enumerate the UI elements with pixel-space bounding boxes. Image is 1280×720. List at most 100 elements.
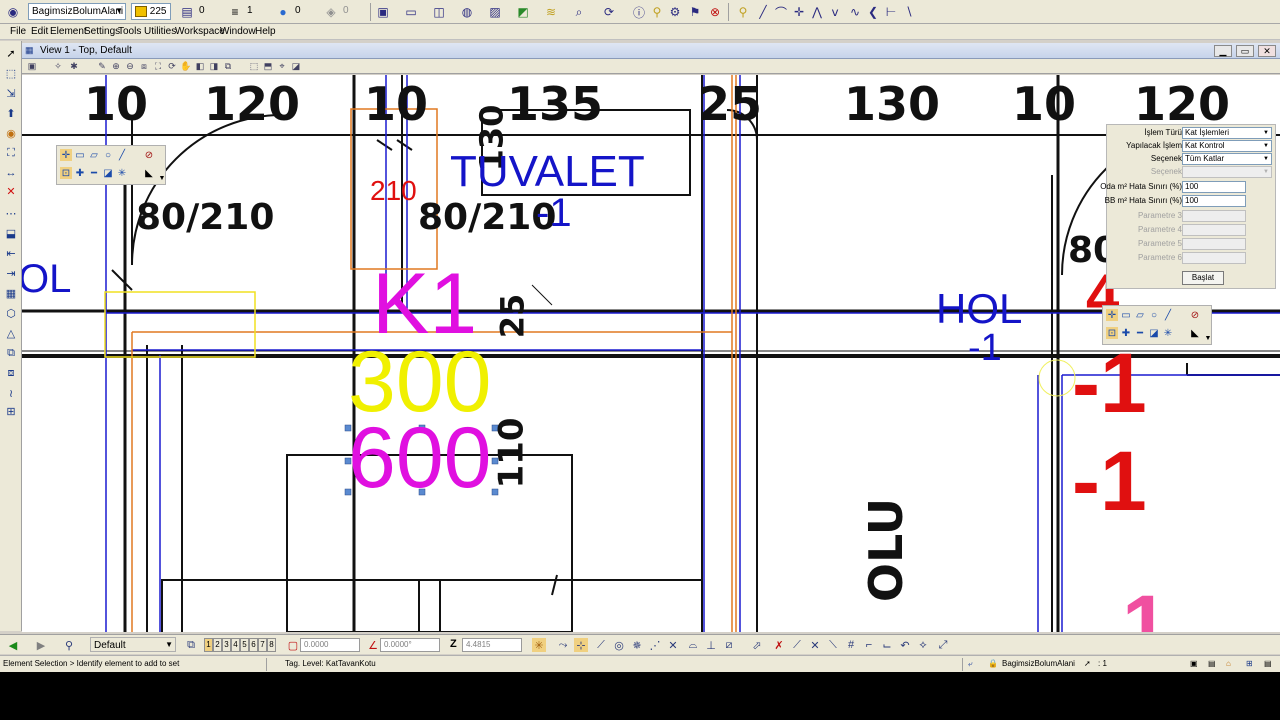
pattern-icon[interactable]: ▦ xyxy=(3,285,19,301)
group-icon[interactable]: ⛶ xyxy=(3,145,19,161)
line-style-combo[interactable]: 0 xyxy=(196,3,220,20)
grid-icon[interactable]: # xyxy=(844,638,858,652)
cancel-icon[interactable]: ⊗ xyxy=(706,3,724,21)
menu-help[interactable]: Help xyxy=(255,26,276,37)
snap-mode-icon[interactable]: ⤶ xyxy=(968,659,972,669)
transparency-combo[interactable]: 0 xyxy=(292,3,318,20)
raster-icon[interactable]: ▨ xyxy=(486,3,504,21)
select-circle-icon[interactable]: ○ xyxy=(1148,309,1160,321)
select-individual-icon[interactable]: ✛ xyxy=(1106,309,1118,321)
draw-slash-icon[interactable]: ∖ xyxy=(900,3,918,21)
models-icon[interactable]: ◫ xyxy=(430,3,448,21)
select-individual-icon[interactable]: ✛ xyxy=(60,149,72,161)
modify-icon[interactable]: ⬆ xyxy=(3,105,19,121)
extend-icon[interactable]: ⟋ xyxy=(790,638,804,652)
snap-perp-icon[interactable]: ⊥ xyxy=(704,638,718,652)
menu-settings[interactable]: Settings xyxy=(84,26,120,37)
save-icon[interactable]: ▣ xyxy=(1190,659,1198,668)
view-button-4[interactable]: 4 xyxy=(231,638,240,652)
fillet-icon[interactable]: ⌐ xyxy=(862,638,876,652)
line-weight-icon[interactable]: ≡ xyxy=(226,3,244,21)
line-weight-combo[interactable]: 1 xyxy=(244,3,268,20)
manipulate-icon[interactable]: ⇲ xyxy=(3,85,19,101)
fit-icon[interactable]: ⛶ xyxy=(152,60,164,72)
color-combo[interactable]: 225 xyxy=(131,3,171,20)
delete-partial-icon[interactable]: ✗ xyxy=(772,638,786,652)
view-settings-icon[interactable]: ✱ xyxy=(68,60,80,72)
view-attributes-icon[interactable]: ▣ xyxy=(26,60,38,72)
lines-icon[interactable]: ⋯ xyxy=(3,205,19,221)
rotate-element-icon[interactable]: ↶ xyxy=(898,638,912,652)
array-icon[interactable]: ⊞ xyxy=(3,403,19,419)
drawing-canvas[interactable]: 10 120 10 135 25 130 10 120 80/210 80/21… xyxy=(22,75,1280,632)
close-icon[interactable]: ✕ xyxy=(1258,45,1276,57)
menu-utilities[interactable]: Utilities xyxy=(144,26,176,37)
menu-file[interactable]: File xyxy=(10,26,26,37)
view-previous-icon[interactable]: ◧ xyxy=(194,60,206,72)
x-coordinate-field[interactable]: 0.0000 xyxy=(300,638,360,652)
record-icon[interactable]: ▢ xyxy=(286,638,300,652)
snap-intersection-icon[interactable]: ✕ xyxy=(666,638,680,652)
zoom-in-icon[interactable]: ⊕ xyxy=(110,60,122,72)
curve-icon[interactable]: ≀ xyxy=(3,385,19,401)
copy-icon[interactable]: ⧉ xyxy=(3,345,19,361)
snap-parallel-icon[interactable]: ⧄ xyxy=(722,638,736,652)
pan-hand-icon[interactable]: ✋ xyxy=(180,60,192,72)
info-icon[interactable]: ⓘ xyxy=(630,3,648,21)
eye-icon[interactable]: ◉ xyxy=(4,3,22,21)
selection-options-icon[interactable]: ◣ xyxy=(143,167,155,179)
clip-volume-icon[interactable]: ⬚ xyxy=(248,60,260,72)
mode-all-icon[interactable]: ✳ xyxy=(1162,327,1174,339)
rotate-view-icon[interactable]: ⟳ xyxy=(166,60,178,72)
menu-tools[interactable]: Tools xyxy=(118,26,141,37)
chevron-down-icon[interactable]: ▼ xyxy=(156,172,168,184)
trim-icon[interactable]: ✕ xyxy=(808,638,822,652)
mode-add-icon[interactable]: ✚ xyxy=(74,167,86,179)
chamfer-icon[interactable]: ⌙ xyxy=(880,638,894,652)
menu-edit[interactable]: Edit xyxy=(31,26,48,37)
polygon-icon[interactable]: ⬡ xyxy=(3,305,19,321)
snap-keypoint-icon[interactable]: ⊹ xyxy=(574,638,588,652)
view-button-5[interactable]: 5 xyxy=(240,638,249,652)
mode-all-icon[interactable]: ✳ xyxy=(116,167,128,179)
rotate-icon[interactable]: ⟳ xyxy=(600,3,618,21)
draw-curve-icon[interactable]: ∿ xyxy=(846,3,864,21)
copy-view-icon[interactable]: ⧉ xyxy=(222,60,234,72)
select-circle-icon[interactable]: ○ xyxy=(102,149,114,161)
display-style-icon[interactable]: ◪ xyxy=(290,60,302,72)
selection-options-icon[interactable]: ◣ xyxy=(1189,327,1201,339)
view-button-1[interactable]: 1 xyxy=(204,638,213,652)
view-button-3[interactable]: 3 xyxy=(222,638,231,652)
select-block-icon[interactable]: ▭ xyxy=(74,149,86,161)
level-combo[interactable]: BagimsizBolumAlani ▼ xyxy=(28,3,126,20)
fit-view-icon[interactable]: ▣ xyxy=(374,3,392,21)
draw-point-icon[interactable]: ✛ xyxy=(790,3,808,21)
select-line-icon[interactable]: ╱ xyxy=(116,149,128,161)
text-icon[interactable]: ⇥ xyxy=(3,265,19,281)
camera-icon[interactable]: ⌖ xyxy=(276,60,288,72)
chevron-down-icon[interactable]: ▼ xyxy=(1202,332,1214,344)
views-icon[interactable]: ⧉ xyxy=(184,638,198,652)
room-tolerance-input[interactable]: 100 xyxy=(1182,181,1246,193)
clear-selection-icon[interactable]: ⊘ xyxy=(143,149,155,161)
priority-icon[interactable]: ◈ xyxy=(322,3,340,21)
zoom-out-icon[interactable]: ⊖ xyxy=(124,60,136,72)
forward-icon[interactable]: ▶ xyxy=(34,638,48,652)
mode-subtract-icon[interactable]: ━ xyxy=(88,167,100,179)
globe-icon[interactable]: ◉ xyxy=(3,125,19,141)
mode-new-icon[interactable]: ⊡ xyxy=(1106,327,1118,339)
mode-invert-icon[interactable]: ◪ xyxy=(102,167,114,179)
layers-icon[interactable]: ⧈ xyxy=(3,365,19,381)
document-icon[interactable]: ▤ xyxy=(1208,659,1216,668)
more-icon[interactable]: ▤ xyxy=(1264,659,1272,668)
select-line-icon[interactable]: ╱ xyxy=(1162,309,1174,321)
start-button[interactable]: Başlat xyxy=(1182,271,1224,285)
lock-icon[interactable]: 🔒 xyxy=(988,659,998,668)
measure-icon[interactable]: ↔ xyxy=(3,165,19,181)
menu-element[interactable]: Element xyxy=(50,26,87,37)
view-button-2[interactable]: 2 xyxy=(213,638,222,652)
home-icon[interactable]: ⌂ xyxy=(1226,659,1231,668)
zoom-icon[interactable]: ⌕ xyxy=(570,3,588,21)
snap-center-icon[interactable]: ◎ xyxy=(612,638,626,652)
back-icon[interactable]: ◀ xyxy=(6,638,20,652)
